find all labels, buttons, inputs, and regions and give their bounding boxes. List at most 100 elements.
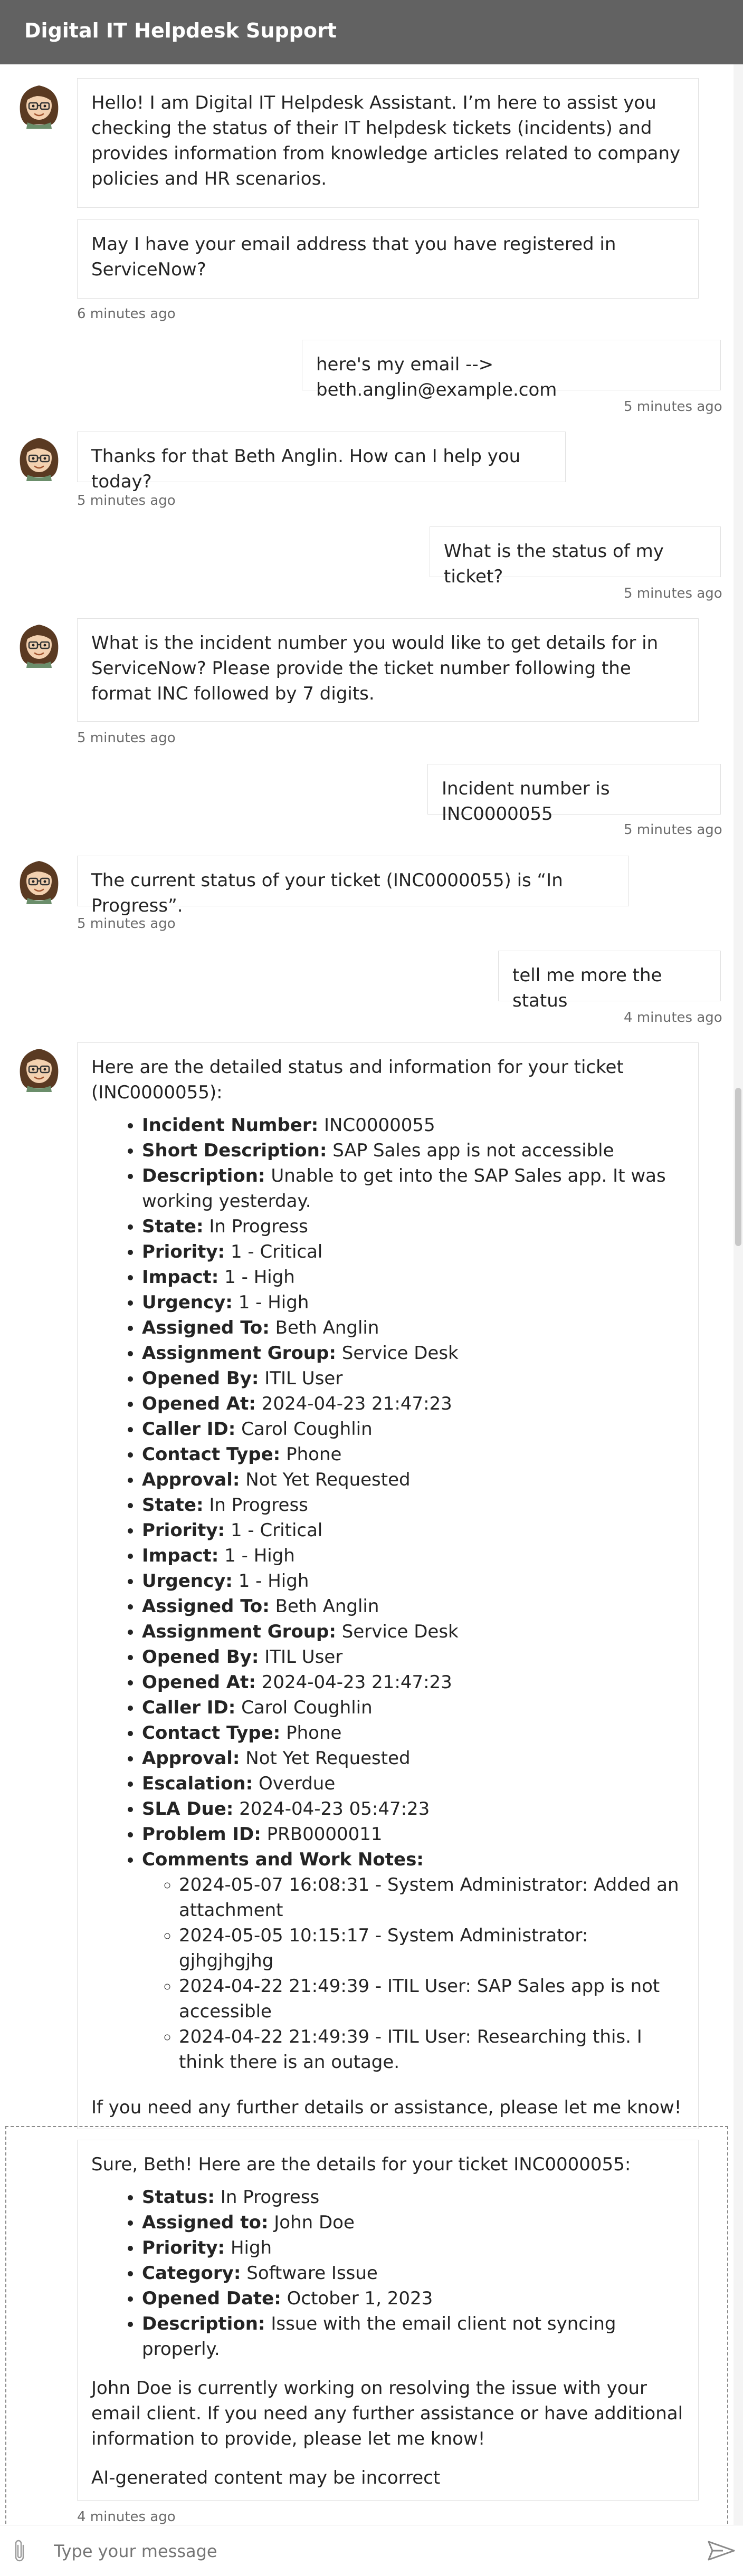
message-text: What is the status of my ticket? [444,541,664,587]
detail-item: Description: Unable to get into the SAP … [142,1163,684,1214]
detail-item: Assigned To: Beth Anglin [142,1315,684,1340]
detail-key: Contact Type: [142,1444,281,1465]
detail-item: Problem ID: PRB0000011 [142,1822,684,1847]
detail-key: Urgency: [142,1571,233,1592]
bot-avatar-icon [15,856,63,904]
attach-paperclip-icon[interactable] [12,2539,27,2563]
detail-value: INC0000055 [318,1115,435,1136]
work-note: 2024-04-22 21:49:39 - ITIL User: SAP Sal… [179,1974,684,2024]
message-input[interactable] [53,2537,667,2565]
detail-key: Problem ID: [142,1824,261,1845]
detail-value: 2024-04-23 21:47:23 [255,1393,452,1414]
detail-value: 2024-04-23 21:47:23 [255,1672,452,1693]
detail-key: Assignment Group: [142,1343,336,1364]
detail-key: Assigned To: [142,1317,270,1338]
detail-item: Contact Type: Phone [142,1720,684,1746]
detail-item: Opened By: ITIL User [142,1644,684,1670]
detail-item: Opened At: 2024-04-23 21:47:23 [142,1670,684,1695]
detail-key: Assigned To: [142,1596,270,1617]
user-message: What is the status of my ticket? [430,526,721,587]
bot-avatar-icon [15,619,63,668]
message-timestamp: 5 minutes ago [624,399,722,415]
detail-item: Priority: 1 - Critical [142,1239,684,1265]
chat-scrollbar[interactable] [734,64,743,2525]
detail-value: Phone [280,1444,342,1465]
detail-key: Opened By: [142,1646,259,1668]
detail-value: Service Desk [336,1621,459,1642]
detail-item: Approval: Not Yet Requested [142,1746,684,1771]
message-text: The current status of your ticket (INC00… [91,870,563,916]
message-timestamp: 4 minutes ago [624,1010,722,1026]
message-text: Incident number is INC0000055 [442,778,610,825]
scrollbar-thumb[interactable] [735,1088,741,1246]
detail-item: Priority: 1 - Critical [142,1518,684,1543]
detail-value: 1 - High [232,1571,309,1592]
detail-value: Not Yet Requested [240,1469,411,1490]
detail-key: SLA Due: [142,1798,234,1820]
detail-key: Incident Number: [142,1115,319,1136]
message-text: May I have your email address that you h… [91,234,616,280]
detail-value: In Progress [203,1216,308,1237]
detail-key: Approval: [142,1469,240,1490]
detail-value: 1 - Critical [225,1241,323,1262]
detail-value: ITIL User [259,1368,343,1389]
send-icon[interactable] [707,2540,736,2561]
bot-message: Thanks for that Beth Anglin. How can I h… [77,432,566,492]
detail-key: State: [142,1216,204,1237]
detail-key: Opened By: [142,1368,259,1389]
detail-value: 1 - High [218,1267,295,1288]
detail-key: Caller ID: [142,1697,236,1718]
detail-item: Impact: 1 - High [142,1543,684,1568]
detail-item: Contact Type: Phone [142,1442,684,1467]
bot-message: May I have your email address that you h… [77,219,699,299]
detail-key: Impact: [142,1545,219,1566]
detail-key: Urgency: [142,1292,233,1313]
detail-key: Escalation: [142,1773,253,1794]
detail-value: Beth Anglin [269,1317,379,1338]
detail-key: Impact: [142,1267,219,1288]
detail-item: Urgency: 1 - High [142,1290,684,1315]
detail-value: 1 - High [218,1545,295,1566]
detail-item: SLA Due: 2024-04-23 05:47:23 [142,1796,684,1822]
work-notes-list: 2024-05-07 16:08:31 - System Administrat… [142,1872,684,2075]
detail-item: Assignment Group: Service Desk [142,1619,684,1644]
detail-key: Opened At: [142,1393,256,1414]
detail-key: Priority: [142,1520,225,1541]
detail-item: Comments and Work Notes:2024-05-07 16:08… [142,1847,684,2075]
message-text: tell me more the status [512,965,662,1011]
detail-value: Not Yet Requested [240,1748,411,1769]
detail-key: Short Description: [142,1140,327,1161]
message-text: Thanks for that Beth Anglin. How can I h… [91,446,521,492]
detail-item: Assignment Group: Service Desk [142,1340,684,1366]
detail-key: Comments and Work Notes: [142,1849,424,1870]
detail-key: Caller ID: [142,1419,236,1440]
detail-item: Assigned To: Beth Anglin [142,1594,684,1619]
message-outro: If you need any further details or assis… [91,2097,682,2118]
message-text: What is the incident number you would li… [91,633,659,704]
bot-message: The current status of your ticket (INC00… [77,856,629,916]
message-timestamp: 5 minutes ago [77,493,176,509]
user-message: tell me more the status [498,951,721,1011]
detail-value: Overdue [253,1773,336,1794]
detail-item: Incident Number: INC0000055 [142,1113,684,1138]
message-timestamp: 5 minutes ago [624,822,722,838]
detail-key: Opened At: [142,1672,256,1693]
work-note: 2024-04-22 21:49:39 - ITIL User: Researc… [179,2024,684,2075]
message-timestamp: 6 minutes ago [77,306,176,322]
detail-item: Escalation: Overdue [142,1771,684,1796]
bot-avatar-icon [15,433,63,481]
work-note: 2024-05-05 10:15:17 - System Administrat… [179,1923,684,1974]
detail-item: Opened At: 2024-04-23 21:47:23 [142,1391,684,1416]
detail-value: PRB0000011 [261,1824,383,1845]
detail-value: Beth Anglin [269,1596,379,1617]
message-timestamp: 5 minutes ago [624,586,722,601]
detail-value: Service Desk [336,1343,459,1364]
user-message: Incident number is INC0000055 [427,764,721,825]
message-text: Hello! I am Digital IT Helpdesk Assistan… [91,92,681,189]
detail-item: Urgency: 1 - High [142,1568,684,1594]
detail-item: Short Description: SAP Sales app is not … [142,1138,684,1163]
ticket-detail-list: Incident Number: INC0000055Short Descrip… [91,1113,684,2075]
detail-item: State: In Progress [142,1492,684,1518]
detail-value: Phone [280,1722,342,1744]
detail-item: Opened By: ITIL User [142,1366,684,1391]
